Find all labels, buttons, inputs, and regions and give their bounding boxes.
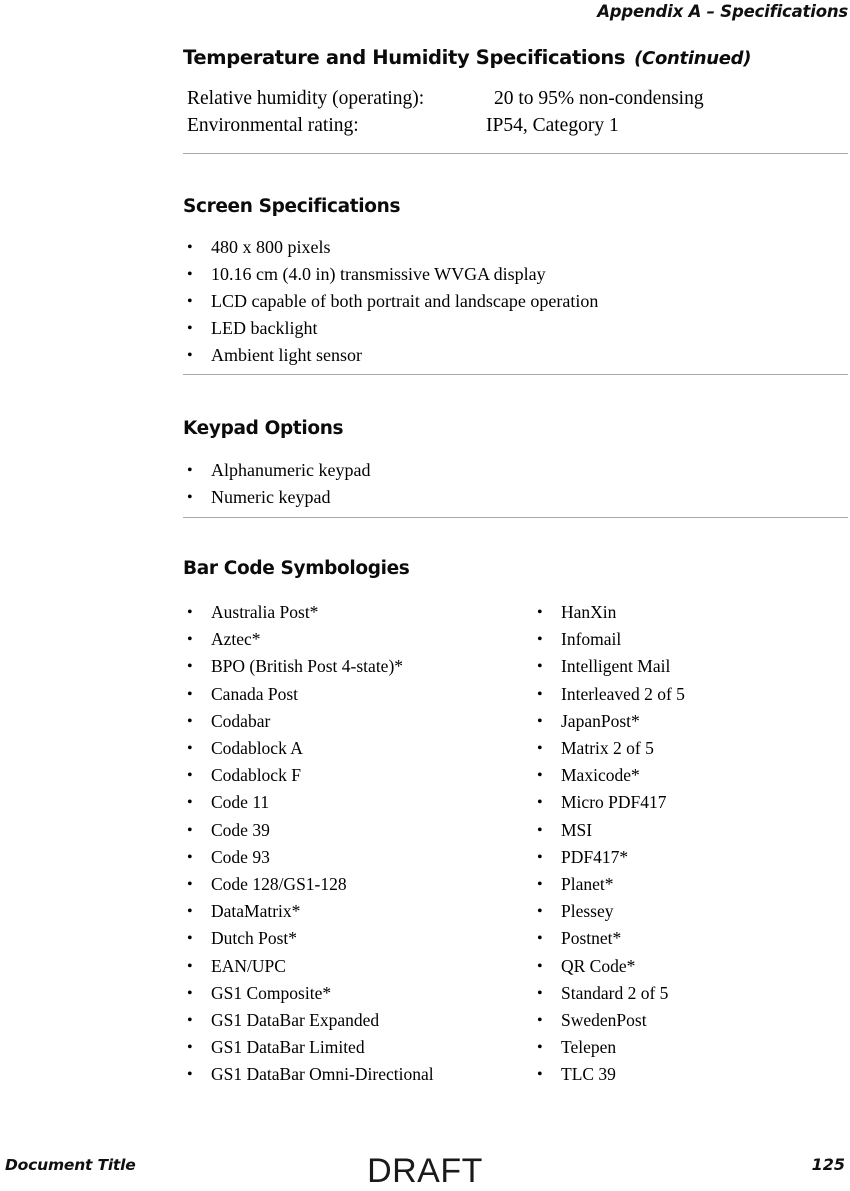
footer-page-number: 125 xyxy=(811,1155,845,1174)
list-item: LCD capable of both portrait and landsca… xyxy=(183,288,848,315)
list-item: Standard 2 of 5 xyxy=(533,980,848,1007)
section-title-barcode-symbologies: Bar Code Symbologies xyxy=(183,558,410,579)
spec-label: Relative humidity (operating): xyxy=(187,88,425,109)
barcode-list-left: Australia Post* Aztec* BPO (British Post… xyxy=(183,599,533,1089)
list-item: 10.16 cm (4.0 in) transmissive WVGA disp… xyxy=(183,261,848,288)
section-title-screen-specifications: Screen Specifications xyxy=(183,196,401,217)
list-item: Aztec* xyxy=(183,626,533,653)
list-item: GS1 DataBar Limited xyxy=(183,1034,533,1061)
section-title-text: Temperature and Humidity Specifications xyxy=(183,46,626,69)
list-item: LED backlight xyxy=(183,315,848,342)
list-item: Australia Post* xyxy=(183,599,533,626)
list-item: Maxicode* xyxy=(533,762,848,789)
spec-value: 20 to 95% non-condensing xyxy=(494,88,704,109)
list-item: PDF417* xyxy=(533,844,848,871)
list-item: Code 128/GS1-128 xyxy=(183,871,533,898)
list-item: TLC 39 xyxy=(533,1061,848,1088)
list-item: Dutch Post* xyxy=(183,925,533,952)
list-item: 480 x 800 pixels xyxy=(183,234,848,261)
temperature-humidity-table: Relative humidity (operating): 20 to 95%… xyxy=(183,85,848,139)
list-item: Codablock A xyxy=(183,735,533,762)
spec-label: Environmental rating: xyxy=(187,115,359,136)
list-item: Plessey xyxy=(533,898,848,925)
barcode-column-left: Australia Post* Aztec* BPO (British Post… xyxy=(183,599,533,1089)
keypad-options-section: Keypad Options xyxy=(183,418,848,439)
list-item: Ambient light sensor xyxy=(183,342,848,369)
list-item: JapanPost* xyxy=(533,708,848,735)
keypad-options-list-wrap: Alphanumeric keypad Numeric keypad xyxy=(183,457,848,511)
list-item: Interleaved 2 of 5 xyxy=(533,681,848,708)
list-item: Intelligent Mail xyxy=(533,653,848,680)
page-footer: Document Title DRAFT 125 xyxy=(0,1125,850,1190)
list-item: SwedenPost xyxy=(533,1007,848,1034)
list-item: Telepen xyxy=(533,1034,848,1061)
section-divider xyxy=(183,153,848,154)
list-item: Codabar xyxy=(183,708,533,735)
list-item: Code 93 xyxy=(183,844,533,871)
list-item: QR Code* xyxy=(533,953,848,980)
draft-watermark: DRAFT xyxy=(367,1152,483,1190)
table-row: Environmental rating: IP54, Category 1 xyxy=(183,112,848,139)
list-item: GS1 Composite* xyxy=(183,980,533,1007)
keypad-options-list: Alphanumeric keypad Numeric keypad xyxy=(183,457,848,511)
list-item: Matrix 2 of 5 xyxy=(533,735,848,762)
temperature-humidity-section: Temperature and Humidity Specifications (… xyxy=(183,46,848,69)
list-item: Canada Post xyxy=(183,681,533,708)
list-item: Micro PDF417 xyxy=(533,789,848,816)
list-item: HanXin xyxy=(533,599,848,626)
section-title-continued-label: (Continued) xyxy=(634,48,752,69)
list-item: DataMatrix* xyxy=(183,898,533,925)
list-item: Code 39 xyxy=(183,817,533,844)
list-item: EAN/UPC xyxy=(183,953,533,980)
running-header: Appendix A – Specifications xyxy=(597,2,848,21)
table-row: Relative humidity (operating): 20 to 95%… xyxy=(183,85,848,112)
screen-specifications-list-wrap: 480 x 800 pixels 10.16 cm (4.0 in) trans… xyxy=(183,234,848,369)
list-item: MSI xyxy=(533,817,848,844)
list-item: Infomail xyxy=(533,626,848,653)
list-item: BPO (British Post 4-state)* xyxy=(183,653,533,680)
list-item: Postnet* xyxy=(533,925,848,952)
list-item: Code 11 xyxy=(183,789,533,816)
spec-value: IP54, Category 1 xyxy=(486,115,619,136)
list-item: Alphanumeric keypad xyxy=(183,457,848,484)
list-item: Codablock F xyxy=(183,762,533,789)
screen-specifications-section: Screen Specifications xyxy=(183,196,848,217)
barcode-column-right: HanXin Infomail Intelligent Mail Interle… xyxy=(533,599,848,1089)
barcode-list-right: HanXin Infomail Intelligent Mail Interle… xyxy=(533,599,848,1089)
list-item: GS1 DataBar Expanded xyxy=(183,1007,533,1034)
section-divider xyxy=(183,517,848,518)
barcode-symbologies-section: Bar Code Symbologies xyxy=(183,558,848,579)
list-item: Planet* xyxy=(533,871,848,898)
screen-specifications-list: 480 x 800 pixels 10.16 cm (4.0 in) trans… xyxy=(183,234,848,369)
list-item: GS1 DataBar Omni-Directional xyxy=(183,1061,533,1088)
list-item: Numeric keypad xyxy=(183,484,848,511)
section-title-temperature-humidity: Temperature and Humidity Specifications (… xyxy=(183,46,848,69)
section-title-keypad-options: Keypad Options xyxy=(183,418,344,439)
section-divider xyxy=(183,374,848,375)
